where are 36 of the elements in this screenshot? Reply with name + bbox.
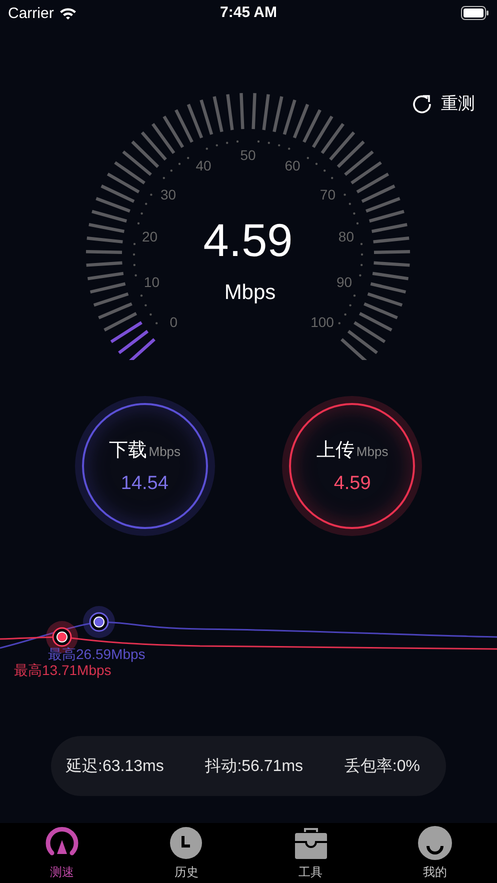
meter-label: 下载: [108, 439, 147, 463]
scale-label: 30: [160, 186, 176, 202]
wifi-icon: [58, 6, 77, 20]
scale-label: 70: [320, 186, 336, 202]
meter-label: 上传: [316, 439, 354, 463]
tab-item[interactable]: 我的: [400, 823, 470, 883]
refresh-icon: [412, 94, 432, 114]
scale-label: 0: [170, 314, 178, 330]
scale-label: 80: [338, 228, 354, 244]
scale-label: 60: [284, 157, 300, 174]
unit-label: Mbps: [148, 444, 181, 459]
retest-button[interactable]: 重测: [410, 90, 477, 117]
scale-label: 40: [196, 157, 212, 174]
scale-label: 10: [144, 274, 160, 290]
stat-text: 抖动:56.71ms: [205, 756, 304, 776]
peak-label: 最高26.59Mbps: [48, 646, 146, 662]
meter-value: 4.59: [334, 473, 371, 495]
carrier-name: Carrier: [8, 4, 54, 22]
peak-marker-icon: [83, 606, 115, 638]
unit-label: Mbps: [356, 444, 388, 459]
scale-label: 20: [142, 228, 158, 244]
stat-text: 延迟:63.13ms: [66, 756, 164, 776]
peak-label: 最高13.71Mbps: [14, 662, 112, 678]
speed-unit: Mbps: [224, 281, 276, 304]
stat-text: 丢包率:0%: [344, 756, 420, 776]
speed-value: 4.59: [203, 214, 293, 266]
tab-item[interactable]: 工具: [276, 823, 346, 883]
tab-item[interactable]: 历史: [151, 823, 222, 883]
gauge-fill: [110, 321, 156, 360]
tab-item[interactable]: 测速: [27, 823, 98, 883]
scale-label: 100: [310, 314, 334, 330]
scale-label: 90: [336, 274, 352, 290]
clock-time: 7:45 AM: [220, 4, 277, 21]
scale-label: 50: [240, 147, 256, 163]
meter-value: 14.54: [120, 473, 168, 495]
battery-icon: [461, 6, 489, 20]
